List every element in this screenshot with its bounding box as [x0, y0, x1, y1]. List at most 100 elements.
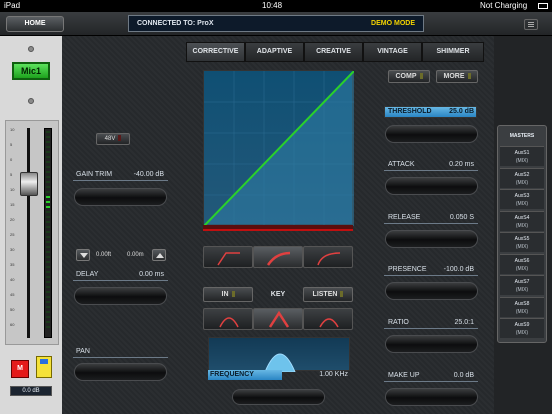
listen-label: LISTEN: [312, 291, 338, 298]
status-bar: iPad 10:48 Not Charging: [0, 0, 552, 12]
master-aux-item[interactable]: AuxS8 (MIX): [500, 296, 544, 317]
home-button[interactable]: HOME: [6, 16, 64, 32]
master-aux-name: AuxS2: [514, 171, 530, 178]
tab-vintage[interactable]: VINTAGE: [363, 42, 422, 62]
divider: [73, 357, 168, 358]
fader-scale-label: 0: [10, 157, 13, 162]
level-meter: [44, 128, 52, 338]
fader-scale-label: 60: [10, 322, 15, 327]
ratio-value: 25.0:1: [454, 319, 474, 326]
divider: [384, 328, 478, 329]
ratio-knob[interactable]: [385, 335, 478, 353]
comp-button[interactable]: COMP: [388, 70, 430, 83]
divider: [384, 275, 478, 276]
meter-segment: [46, 306, 50, 308]
fader-track[interactable]: [27, 128, 30, 338]
curve-soft-knee-button[interactable]: [303, 246, 353, 268]
meter-segment: [46, 191, 50, 193]
chevron-down-icon: [80, 253, 88, 258]
frequency-label: FREQUENCY: [210, 371, 254, 378]
meter-segment: [46, 181, 50, 183]
frequency-graph: [208, 337, 350, 373]
master-aux-item[interactable]: AuxS3 (MIX): [500, 189, 544, 209]
makeup-label: MAKE UP: [388, 372, 420, 379]
device-label: iPad: [4, 1, 21, 10]
release-value: 0.050 S: [449, 214, 474, 221]
pan-knob[interactable]: [74, 363, 167, 381]
listen-button[interactable]: LISTEN: [303, 287, 353, 302]
more-button[interactable]: MORE: [436, 70, 478, 83]
meter-segment: [46, 281, 50, 283]
masters-title: MASTERS: [509, 133, 535, 139]
attack-value: 0.20 ms: [449, 161, 474, 168]
fader-scale-label: 30: [10, 247, 15, 252]
phantom-label: 48V: [104, 136, 116, 142]
master-aux-item[interactable]: AuxS4 (MIX): [500, 210, 544, 231]
tab-adaptive[interactable]: ADAPTIVE: [245, 42, 304, 62]
delay-decrement-button[interactable]: [76, 249, 90, 261]
gain-trim-knob[interactable]: [74, 188, 167, 206]
hard-knee-icon: [217, 252, 240, 266]
master-aux-item[interactable]: AuxS6 (MIX): [500, 253, 544, 274]
meter-segment: [46, 216, 50, 218]
meter-segment: [46, 316, 50, 318]
attack-knob[interactable]: [385, 177, 478, 195]
fader-scale-label: 45: [10, 292, 15, 297]
fader-scale-label: 20: [10, 217, 15, 222]
more-led: [467, 73, 471, 80]
medium-knee-icon: [266, 251, 291, 266]
frequency-knob[interactable]: [232, 389, 325, 405]
fader-scale-label: 5: [10, 142, 13, 147]
divider: [384, 170, 478, 171]
key-filter-highpass-button[interactable]: [303, 308, 353, 330]
master-aux-item[interactable]: AuxS2 (MIX): [500, 167, 544, 188]
delay-knob[interactable]: [74, 287, 167, 305]
select-button[interactable]: [36, 356, 52, 378]
fader-handle[interactable]: [20, 172, 38, 196]
menu-icon[interactable]: [524, 19, 538, 30]
release-knob[interactable]: [385, 230, 478, 248]
master-aux-item[interactable]: AuxS1 (MIX): [500, 146, 544, 166]
meter-segment: [46, 261, 50, 263]
channel-name[interactable]: Mic1: [12, 62, 50, 80]
tab-corrective[interactable]: CORRECTIVE: [186, 42, 245, 62]
soft-knee-icon: [317, 252, 341, 266]
in-button[interactable]: IN: [203, 287, 253, 302]
meter-segment: [46, 221, 50, 223]
fader-scale-label: 5: [10, 172, 13, 177]
curve-medium-knee-button[interactable]: [253, 246, 303, 268]
fader-scale-label: 15: [10, 202, 15, 207]
attack-label: ATTACK: [388, 161, 415, 168]
master-aux-name: AuxS5: [514, 236, 530, 242]
meter-segment: [46, 326, 50, 328]
tab-creative[interactable]: CREATIVE: [304, 42, 363, 62]
listen-led: [340, 291, 344, 298]
curve-hard-knee-button[interactable]: [203, 246, 253, 268]
master-aux-name: AuxS6: [514, 257, 530, 264]
tab-shimmer[interactable]: SHIMMER: [422, 42, 484, 62]
master-aux-item[interactable]: AuxS5 (MIX): [500, 232, 544, 252]
divider: [73, 280, 168, 281]
meter-segment: [46, 256, 50, 258]
in-led: [231, 291, 235, 298]
master-aux-mode: (MIX): [515, 330, 529, 336]
threshold-knob[interactable]: [385, 125, 478, 143]
meter-segment: [46, 291, 50, 293]
phantom-48v-button[interactable]: 48V: [96, 133, 130, 145]
presence-knob[interactable]: [385, 282, 478, 300]
charging-status: Not Charging: [480, 1, 528, 10]
fader-scale-label: 25: [10, 232, 15, 237]
in-label: IN: [221, 291, 229, 298]
master-aux-item[interactable]: AuxS9 (MIX): [500, 318, 544, 338]
screw-icon: [28, 98, 34, 104]
battery-icon: [538, 3, 548, 9]
delay-meters: 0.00m: [127, 252, 144, 258]
meter-segment: [46, 296, 50, 298]
makeup-knob[interactable]: [385, 388, 478, 406]
delay-increment-button[interactable]: [152, 249, 166, 261]
master-aux-item[interactable]: AuxS7 (MIX): [500, 275, 544, 295]
gain-trim-value: -40.00 dB: [133, 171, 164, 178]
mute-button[interactable]: M: [11, 360, 29, 378]
key-filter-bandpass-button[interactable]: [253, 308, 303, 330]
key-filter-lowpass-button[interactable]: [203, 308, 253, 330]
